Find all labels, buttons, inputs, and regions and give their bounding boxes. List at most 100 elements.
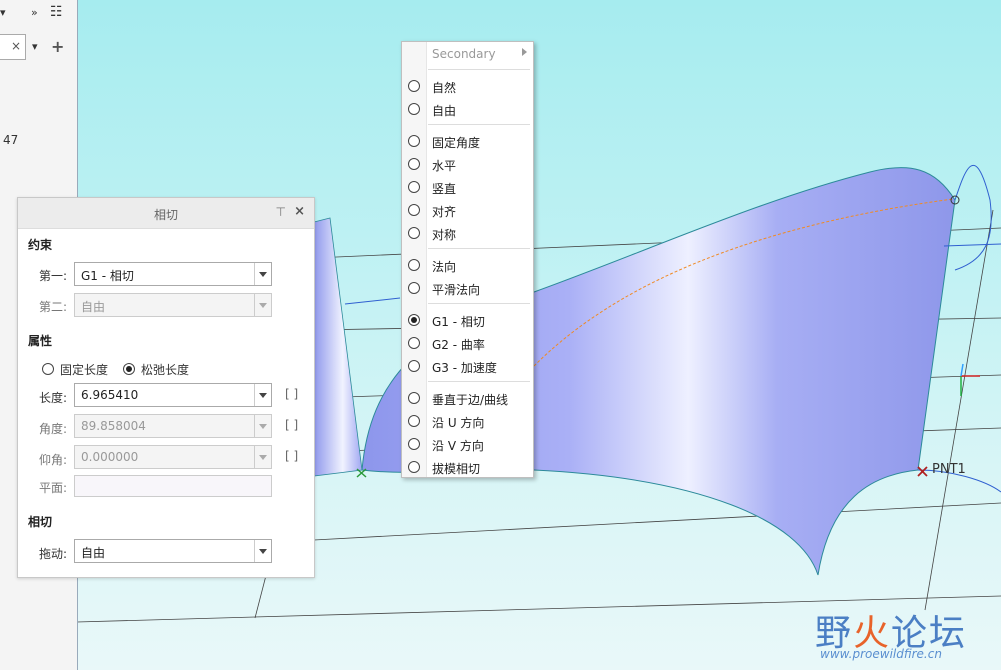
radio-selected-icon [408, 314, 420, 326]
submenu-arrow-icon [522, 48, 527, 56]
menu-item-label: 固定角度 [432, 136, 481, 150]
menu-item-symmetric[interactable]: 对称 [402, 222, 533, 244]
radio-icon [408, 337, 420, 349]
fixed-length-label: 固定长度 [60, 363, 109, 377]
chevron-down-icon[interactable] [254, 263, 271, 285]
menu-item-label: 法向 [432, 260, 457, 274]
drag-select[interactable]: 自由 [74, 539, 272, 563]
tangent-header: 相切 [28, 515, 53, 529]
menu-item-free[interactable]: 自由 [402, 98, 533, 120]
settings-list-icon[interactable]: ☷ [50, 4, 63, 20]
menu-item-label: 平滑法向 [432, 283, 481, 297]
tree-item-number: 47 [3, 133, 19, 147]
first-label: 第一: [39, 269, 68, 283]
more-chevron[interactable]: » [31, 6, 38, 19]
point-label: PNT1 [932, 462, 966, 477]
chevron-down-icon[interactable] [254, 415, 271, 437]
constraints-header: 约束 [28, 238, 53, 252]
add-icon[interactable]: + [51, 37, 64, 56]
menu-item-label: G2 - 曲率 [432, 338, 485, 352]
menu-item-normal-to-edge[interactable]: 垂直于边/曲线 [402, 387, 533, 409]
menu-item-label: 自然 [432, 81, 457, 95]
length-reference-bracket[interactable]: [ ] [285, 387, 298, 401]
menu-separator [428, 248, 530, 249]
drag-value: 自由 [81, 546, 106, 560]
menu-item-smooth-normal[interactable]: 平滑法向 [402, 277, 533, 299]
length-value: 6.965410 [81, 388, 139, 402]
menu-item-g3-acceleration[interactable]: G3 - 加速度 [402, 355, 533, 377]
watermark-url: www.proewildfire.cn [820, 647, 942, 661]
menu-separator [428, 69, 530, 70]
chevron-down-icon[interactable] [254, 446, 271, 468]
menu-item-label: 水平 [432, 159, 457, 173]
radio-icon [408, 135, 420, 147]
dropdown-arrow-icon[interactable]: ▾ [0, 6, 6, 19]
elevation-reference-bracket[interactable]: [ ] [285, 449, 298, 463]
filter-dropdown-icon[interactable]: ▾ [32, 40, 38, 53]
second-label: 第二: [39, 300, 68, 314]
elevation-label: 仰角: [39, 453, 68, 467]
second-constraint-select[interactable]: 自由 [74, 293, 272, 317]
menu-item-draft-tangent[interactable]: 拔模相切 [402, 456, 533, 478]
filter-input[interactable]: × [0, 34, 26, 60]
menu-item-natural[interactable]: 自然 [402, 75, 533, 97]
chevron-down-icon[interactable] [254, 294, 271, 316]
angle-input[interactable]: 89.858004 [74, 414, 272, 438]
menu-item-secondary[interactable]: Secondary [402, 43, 533, 65]
pin-icon[interactable]: ⊤ [276, 205, 286, 219]
fixed-length-radio[interactable] [42, 363, 54, 375]
radio-icon [408, 204, 420, 216]
length-input[interactable]: 6.965410 [74, 383, 272, 407]
length-label: 长度: [39, 391, 68, 405]
menu-item-g2-curvature[interactable]: G2 - 曲率 [402, 332, 533, 354]
radio-icon [408, 80, 420, 92]
relax-length-label: 松弛长度 [141, 363, 190, 377]
radio-icon [408, 181, 420, 193]
properties-header: 属性 [28, 334, 53, 348]
plane-label: 平面: [39, 481, 68, 495]
radio-icon [408, 438, 420, 450]
second-constraint-value: 自由 [81, 300, 106, 314]
drag-label: 拖动: [39, 547, 68, 561]
plane-collector[interactable] [74, 475, 272, 497]
menu-item-label: 拔模相切 [432, 462, 481, 476]
menu-item-g1-tangent[interactable]: G1 - 相切 [402, 309, 533, 331]
menu-separator [428, 381, 530, 382]
menu-item-label: 沿 U 方向 [432, 416, 485, 430]
elevation-input[interactable]: 0.000000 [74, 445, 272, 469]
first-constraint-value: G1 - 相切 [81, 269, 134, 283]
dialog-titlebar[interactable]: 相切 ⊤ × [18, 198, 314, 229]
menu-item-label: 垂直于边/曲线 [432, 393, 509, 407]
radio-icon [408, 392, 420, 404]
chevron-down-icon[interactable] [254, 384, 271, 406]
radio-icon [408, 158, 420, 170]
menu-item-label: 自由 [432, 104, 457, 118]
first-constraint-select[interactable]: G1 - 相切 [74, 262, 272, 286]
menu-item-vertical[interactable]: 竖直 [402, 176, 533, 198]
menu-item-fixed-angle[interactable]: 固定角度 [402, 130, 533, 152]
radio-icon [408, 415, 420, 427]
menu-separator [428, 124, 530, 125]
angle-label: 角度: [39, 422, 68, 436]
tangent-dialog: 相切 ⊤ × 约束 第一: G1 - 相切 第二: 自由 属性 固定长度 松弛长… [17, 197, 315, 578]
elevation-value: 0.000000 [81, 450, 139, 464]
close-icon[interactable]: × [294, 204, 305, 219]
menu-item-label: 沿 V 方向 [432, 439, 484, 453]
menu-item-label: 对称 [432, 228, 457, 242]
radio-icon [408, 282, 420, 294]
menu-item-u-direction[interactable]: 沿 U 方向 [402, 410, 533, 432]
menu-item-v-direction[interactable]: 沿 V 方向 [402, 433, 533, 455]
menu-item-label: G3 - 加速度 [432, 361, 497, 375]
menu-item-align[interactable]: 对齐 [402, 199, 533, 221]
angle-reference-bracket[interactable]: [ ] [285, 418, 298, 432]
menu-item-horizontal[interactable]: 水平 [402, 153, 533, 175]
relax-length-radio[interactable] [123, 363, 135, 375]
radio-icon [408, 461, 420, 473]
radio-icon [408, 103, 420, 115]
angle-value: 89.858004 [81, 419, 146, 433]
menu-item-normal[interactable]: 法向 [402, 254, 533, 276]
chevron-down-icon[interactable] [254, 540, 271, 562]
radio-icon [408, 227, 420, 239]
radio-icon [408, 360, 420, 372]
clear-filter-icon[interactable]: × [11, 39, 21, 53]
